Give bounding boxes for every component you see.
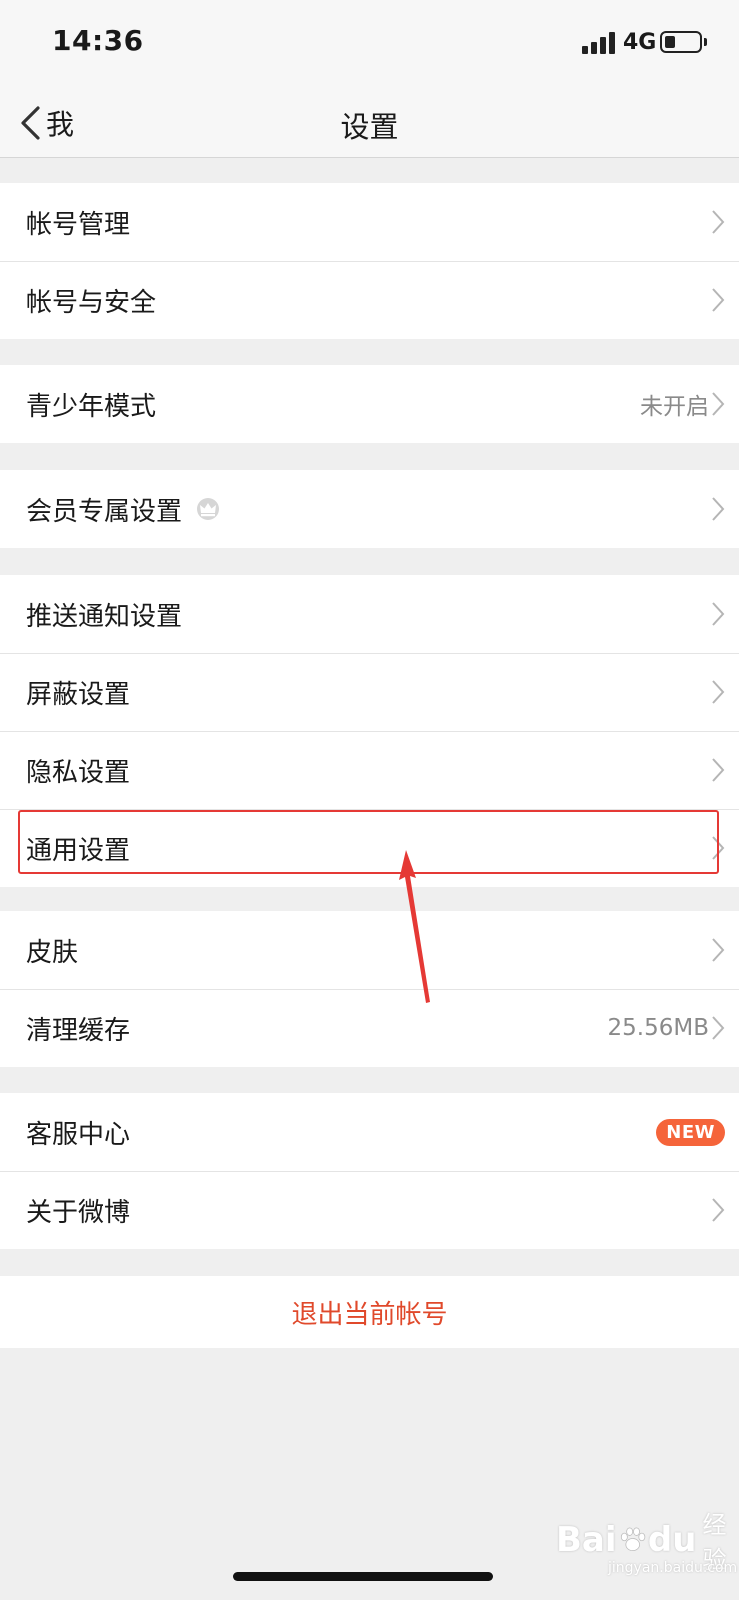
settings-item-label: 隐私设置 xyxy=(26,757,131,788)
watermark-bai: Bai xyxy=(556,1520,617,1560)
chevron-right-icon xyxy=(712,210,725,234)
settings-item-label: 客服中心 xyxy=(26,1119,131,1150)
chevron-right-icon xyxy=(712,938,725,962)
settings-group-notifications: 推送通知设置 屏蔽设置 隐私设置 通用设置 xyxy=(0,575,739,887)
chevron-right-icon xyxy=(712,497,725,521)
status-bar: 14:36 4G xyxy=(0,0,739,88)
teen-mode-status: 未开启 xyxy=(640,394,709,420)
battery-tip xyxy=(704,38,707,46)
chevron-right-icon xyxy=(712,1016,725,1040)
settings-group-vip: 会员专属设置 xyxy=(0,470,739,548)
watermark-du: du xyxy=(647,1520,697,1560)
status-time: 14:36 xyxy=(52,24,144,57)
logout-label: 退出当前帐号 xyxy=(291,1299,448,1330)
cache-size: 25.56MB xyxy=(607,1015,709,1041)
chevron-right-icon xyxy=(712,288,725,312)
settings-item-privacy[interactable]: 隐私设置 xyxy=(0,731,739,809)
settings-item-customer-service[interactable]: 客服中心 NEW xyxy=(0,1093,739,1171)
settings-item-account-management[interactable]: 帐号管理 xyxy=(0,183,739,261)
settings-item-clear-cache[interactable]: 清理缓存 25.56MB xyxy=(0,989,739,1067)
network-type: 4G xyxy=(623,30,657,55)
chevron-right-icon xyxy=(712,680,725,704)
crown-icon xyxy=(197,498,220,520)
page-title: 设置 xyxy=(340,110,399,144)
chevron-right-icon xyxy=(712,836,725,860)
settings-item-label: 皮肤 xyxy=(26,937,79,968)
settings-group-appearance: 皮肤 清理缓存 25.56MB xyxy=(0,911,739,1067)
settings-group-support: 客服中心 NEW 关于微博 xyxy=(0,1093,739,1249)
chevron-right-icon xyxy=(712,1198,725,1222)
settings-item-vip[interactable]: 会员专属设置 xyxy=(0,470,739,548)
settings-item-label: 会员专属设置 xyxy=(26,496,183,527)
settings-item-skin[interactable]: 皮肤 xyxy=(0,911,739,989)
settings-item-push-notifications[interactable]: 推送通知设置 xyxy=(0,575,739,653)
new-badge: NEW xyxy=(656,1118,725,1146)
settings-group-teen: 青少年模式 未开启 xyxy=(0,365,739,443)
settings-item-label: 帐号管理 xyxy=(26,209,131,240)
settings-item-label: 帐号与安全 xyxy=(26,287,157,318)
chevron-right-icon xyxy=(712,602,725,626)
settings-group-account: 帐号管理 帐号与安全 xyxy=(0,183,739,339)
chevron-right-icon xyxy=(712,392,725,416)
settings-item-label: 关于微博 xyxy=(26,1197,131,1228)
settings-item-label: 通用设置 xyxy=(26,835,131,866)
settings-item-block[interactable]: 屏蔽设置 xyxy=(0,653,739,731)
paw-icon xyxy=(620,1527,645,1552)
signal-icon xyxy=(582,32,615,54)
red-arrow-annotation xyxy=(399,850,430,1003)
settings-item-general[interactable]: 通用设置 xyxy=(0,809,739,887)
chevron-right-icon xyxy=(712,758,725,782)
settings-item-label: 清理缓存 xyxy=(26,1015,131,1046)
settings-item-label: 青少年模式 xyxy=(26,391,157,422)
settings-item-account-security[interactable]: 帐号与安全 xyxy=(0,261,739,339)
logout-button[interactable]: 退出当前帐号 xyxy=(0,1276,739,1348)
battery-icon xyxy=(660,31,702,53)
home-indicator[interactable] xyxy=(233,1572,493,1581)
battery-level xyxy=(665,36,675,48)
nav-bar: 我 设置 xyxy=(0,88,739,158)
settings-item-about[interactable]: 关于微博 xyxy=(0,1171,739,1249)
settings-item-teen-mode[interactable]: 青少年模式 未开启 xyxy=(0,365,739,443)
baidu-watermark: Bai du 经验 xyxy=(556,1511,739,1574)
settings-item-label: 屏蔽设置 xyxy=(26,679,131,710)
settings-item-label: 推送通知设置 xyxy=(26,601,183,632)
watermark-url: jingyan.baidu.com xyxy=(608,1560,738,1576)
